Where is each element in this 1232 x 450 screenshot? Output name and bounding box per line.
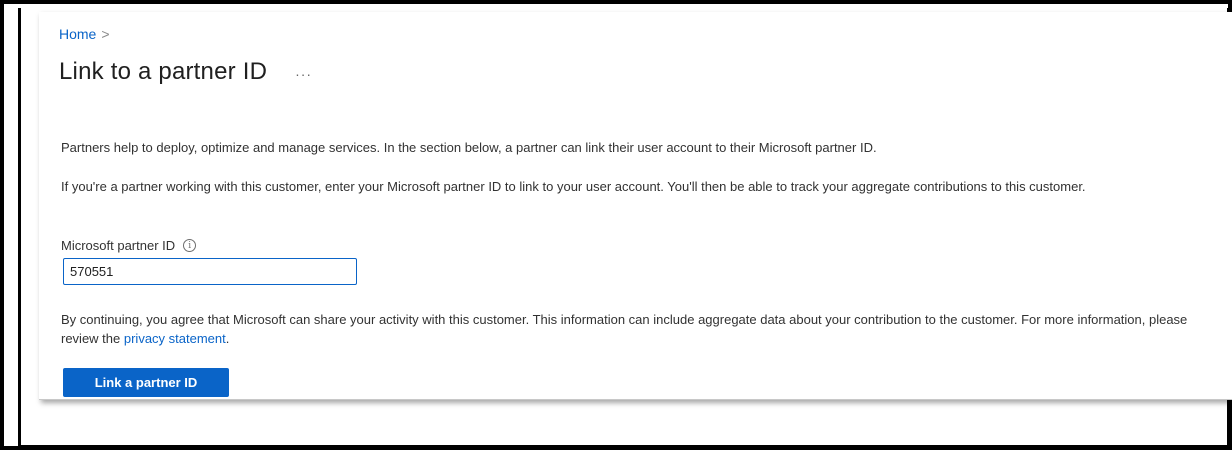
breadcrumb: Home > (59, 26, 110, 42)
partner-id-input[interactable] (63, 258, 357, 285)
partner-id-label-text: Microsoft partner ID (61, 238, 176, 253)
link-partner-panel: Home > Link to a partner ID ··· Partners… (39, 12, 1232, 400)
screenshot-frame: Home > Link to a partner ID ··· Partners… (0, 0, 1232, 450)
partner-id-label: Microsoft partner ID i (61, 238, 197, 253)
consent-text: By continuing, you agree that Microsoft … (61, 310, 1221, 348)
breadcrumb-home-link[interactable]: Home (59, 26, 96, 42)
consent-text-before: By continuing, you agree that Microsoft … (61, 312, 1188, 346)
window-border: Home > Link to a partner ID ··· Partners… (18, 8, 1232, 448)
link-partner-id-button[interactable]: Link a partner ID (63, 368, 229, 397)
privacy-statement-link[interactable]: privacy statement (124, 331, 226, 346)
title-row: Link to a partner ID ··· (59, 58, 312, 86)
chevron-right-icon: > (101, 26, 110, 42)
consent-text-after: . (225, 331, 230, 346)
instruction-text: If you're a partner working with this cu… (61, 179, 1086, 194)
more-icon[interactable]: ··· (295, 66, 312, 82)
info-icon[interactable]: i (183, 239, 197, 252)
intro-text: Partners help to deploy, optimize and ma… (61, 140, 877, 155)
page-title: Link to a partner ID (59, 58, 268, 85)
